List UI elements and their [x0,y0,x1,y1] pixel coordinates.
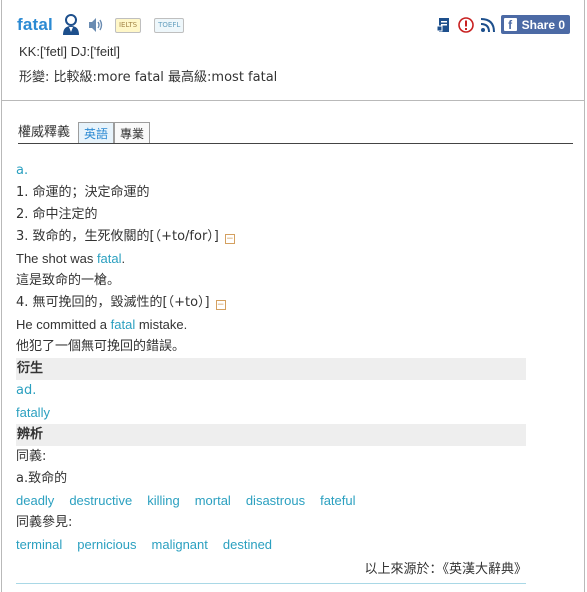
derived-heading: 衍生 [16,358,526,380]
see-also-label: 同義參見: [16,515,73,530]
example-4-zh: 他犯了一個無可挽回的錯誤。 [16,339,186,354]
synonym-pos: a.致命的 [16,471,68,486]
facebook-share-button[interactable]: f Share 0 [500,15,570,34]
synonym-link[interactable]: disastrous [246,490,305,512]
section-title: 權威釋義 [18,125,71,140]
word-title-row: fatal IELTS TOEFL [17,14,185,36]
share-label: Share 0 [521,17,565,32]
headword: fatal [17,15,53,34]
example-text: . [121,251,126,266]
collapse-icon[interactable]: − [215,300,226,310]
divider [16,583,526,584]
definition-1: 1. 命運的；決定命運的 [16,185,150,200]
example-3-en: The shot was fatal. [16,248,526,270]
tab-professional[interactable]: 專業 [114,122,151,143]
definition-3: 3. 致命的，生死攸關的[（+to/for）] − [16,226,526,248]
derived-pos: ad. [16,383,37,398]
example-text: mistake. [135,317,188,332]
example-keyword: fatal [110,317,136,332]
rss-icon[interactable] [480,17,496,33]
definition-3-text: 3. 致命的，生死攸關的[（+to/for）] [16,229,219,244]
part-of-speech: a. [16,163,29,178]
report-icon[interactable] [457,16,474,33]
example-text: The shot was [16,251,97,266]
analysis-heading: 辨析 [16,424,526,446]
entry-content: a. 1. 命運的；決定命運的 2. 命中注定的 3. 致命的，生死攸關的[（+… [16,160,526,556]
definition-4-text: 4. 無可挽回的，毀滅性的[（+to）] [16,295,210,310]
bookmark-icon[interactable] [436,17,452,33]
definition-2: 2. 命中注定的 [16,207,98,222]
phonetic: KK:['fetl] DJ:['feitl] [19,44,121,59]
example-4-en: He committed a fatal mistake. [16,314,526,336]
tab-english[interactable]: 英語 [78,122,115,143]
toefl-badge: TOEFL [154,17,185,33]
synonym-link[interactable]: mortal [195,490,231,512]
example-3-zh: 這是致命的一槍。 [16,273,121,288]
see-also-link[interactable]: terminal [16,534,62,556]
ielts-badge: IELTS [114,17,142,33]
source-note: 以上來源於：《英漢大辭典》 [364,562,527,577]
synonym-link[interactable]: killing [147,490,180,512]
derived-word-link[interactable]: fatally [16,405,50,420]
synonym-link[interactable]: fateful [320,490,355,512]
see-also-link[interactable]: malignant [152,534,208,556]
example-text: He committed a [16,317,111,332]
toolbar: f Share 0 [430,15,570,34]
example-keyword: fatal [96,251,122,266]
person-icon[interactable] [61,14,81,36]
definition-4: 4. 無可挽回的，毀滅性的[（+to）] − [16,292,526,314]
synonym-link[interactable]: destructive [69,490,132,512]
see-also-link[interactable]: pernicious [77,534,136,556]
synonym-list: deadly destructive killing mortal disast… [16,490,526,512]
collapse-icon[interactable]: − [224,234,235,244]
synonym-label: 同義: [16,449,47,464]
see-also-link[interactable]: destined [223,534,272,556]
word-forms: 形變: 比較級:more fatal 最高級:most fatal [19,70,278,85]
see-also-list: terminal pernicious malignant destined [16,534,526,556]
facebook-icon: f [503,18,517,32]
synonym-link[interactable]: deadly [16,490,54,512]
speaker-icon[interactable] [87,16,105,34]
tabs-bar: 權威釋義 英語 專業 [18,122,573,144]
word-header: fatal IELTS TOEFL f Share 0 KK:['fetl] D… [1,0,585,101]
